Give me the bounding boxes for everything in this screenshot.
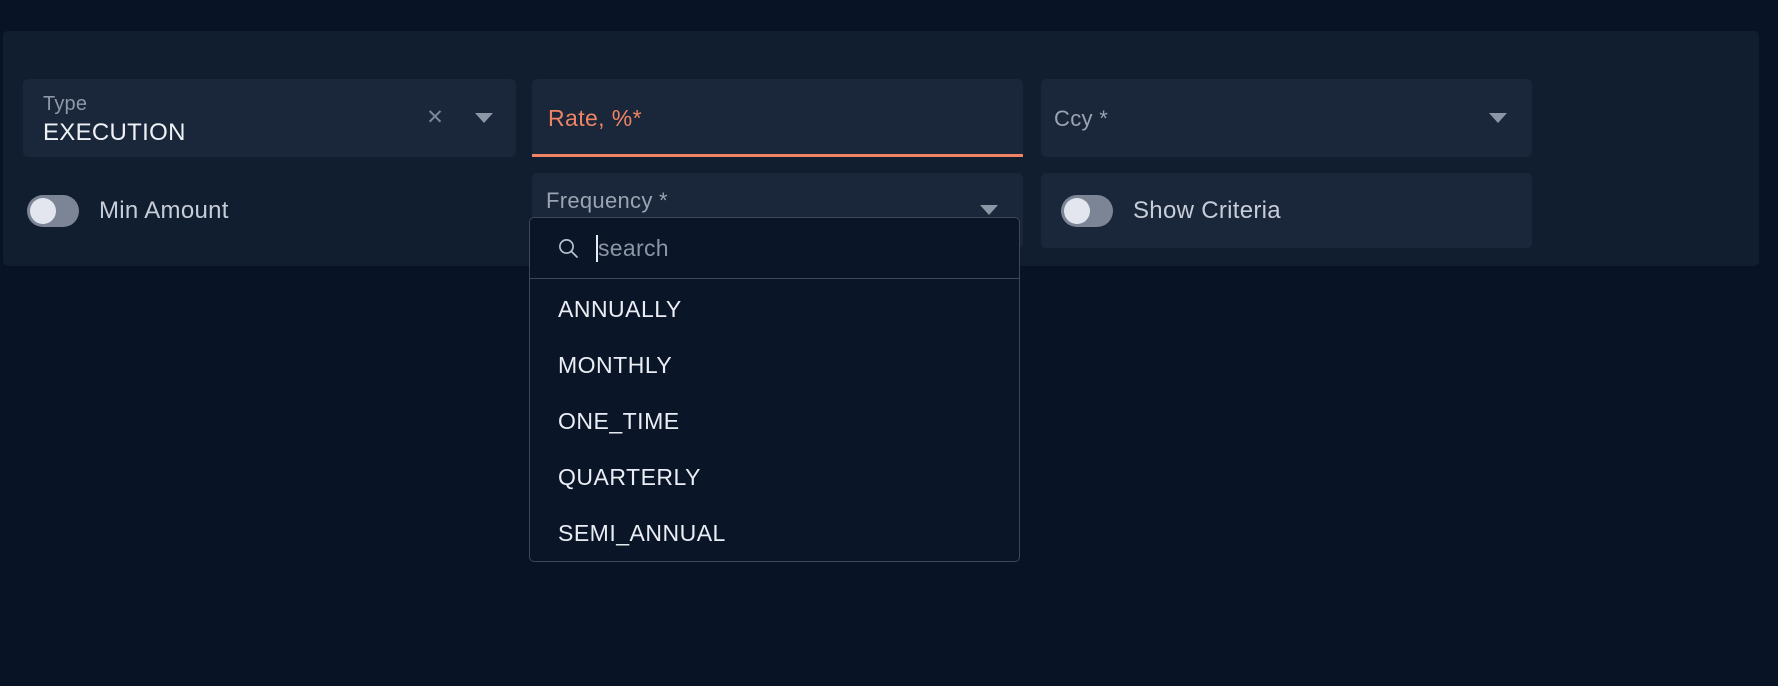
type-field-label: Type: [43, 93, 88, 115]
frequency-option-list: ANNUALLY MONTHLY ONE_TIME QUARTERLY SEMI…: [530, 279, 1019, 561]
type-select-field[interactable]: Type EXECUTION ✕: [23, 79, 516, 157]
toggle-knob: [1064, 197, 1090, 224]
option-label: MONTHLY: [558, 351, 673, 378]
search-icon: [556, 236, 580, 260]
app-root: Type EXECUTION ✕ Rate, %* Ccy * Min Amou…: [0, 0, 1778, 686]
list-item[interactable]: QUARTERLY: [530, 449, 1019, 505]
min-amount-toggle-row[interactable]: Min Amount: [23, 173, 516, 248]
text-cursor: [596, 235, 598, 262]
type-field-value: EXECUTION: [43, 119, 186, 146]
list-item[interactable]: MONTHLY: [530, 337, 1019, 393]
rate-error-underline: [532, 154, 1023, 157]
rate-input-field[interactable]: Rate, %*: [532, 79, 1023, 157]
option-label: ONE_TIME: [558, 407, 680, 434]
list-item[interactable]: SEMI_ANNUAL: [530, 505, 1019, 561]
option-label: ANNUALLY: [558, 295, 682, 322]
ccy-select-field[interactable]: Ccy *: [1041, 79, 1532, 157]
close-icon[interactable]: ✕: [424, 107, 446, 129]
search-input-wrap: [596, 231, 1019, 265]
chevron-down-icon[interactable]: [1489, 113, 1507, 123]
list-item[interactable]: ANNUALLY: [530, 281, 1019, 337]
chevron-down-icon[interactable]: [475, 113, 493, 123]
rate-field-label: Rate, %*: [548, 105, 642, 131]
search-input[interactable]: [596, 234, 1019, 262]
list-item[interactable]: ONE_TIME: [530, 393, 1019, 449]
frequency-field-placeholder: Frequency *: [546, 188, 668, 213]
show-criteria-toggle[interactable]: [1061, 194, 1113, 227]
ccy-field-placeholder: Ccy *: [1054, 106, 1109, 131]
toggle-knob: [30, 197, 56, 224]
min-amount-toggle-label: Min Amount: [99, 196, 229, 224]
dropdown-search-row: [530, 218, 1019, 279]
show-criteria-toggle-label: Show Criteria: [1133, 196, 1281, 224]
min-amount-toggle[interactable]: [27, 194, 79, 227]
option-label: SEMI_ANNUAL: [558, 519, 726, 546]
frequency-dropdown-panel: ANNUALLY MONTHLY ONE_TIME QUARTERLY SEMI…: [529, 217, 1020, 562]
chevron-down-icon[interactable]: [980, 205, 998, 215]
option-label: QUARTERLY: [558, 463, 701, 490]
show-criteria-toggle-row[interactable]: Show Criteria: [1041, 173, 1532, 248]
